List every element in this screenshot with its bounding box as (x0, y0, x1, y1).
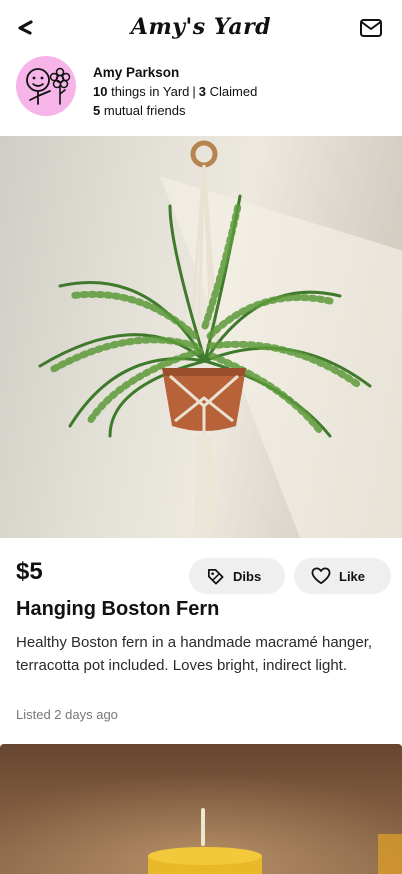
back-button[interactable] (14, 16, 38, 40)
profile-info: Amy Parkson 10 things in Yard | 3 Claimed … (93, 63, 257, 120)
dibs-button[interactable]: Dibs (189, 558, 285, 594)
mail-icon (360, 19, 382, 37)
things-label: things in Yard (111, 84, 190, 99)
things-count: 10 (93, 84, 108, 99)
top-bar: Amy's Yard (0, 0, 402, 56)
profile-stats: 10 things in Yard | 3 Claimed (93, 82, 257, 101)
listing-title: Hanging Boston Fern (16, 598, 220, 620)
dibs-label: Dibs (233, 568, 262, 584)
listing-timestamp: Listed 2 days ago (16, 707, 118, 722)
fern-illustration (38, 140, 402, 538)
next-listing-photo[interactable] (0, 744, 402, 874)
candle-illustration (0, 744, 402, 874)
mutual-friends[interactable]: 5 mutual friends (93, 101, 257, 120)
profile-header: Amy Parkson 10 things in Yard | 3 Claimed … (0, 56, 402, 128)
claimed-count: 3 (198, 84, 207, 99)
mutual-count: 5 (93, 103, 101, 118)
mutual-label: mutual friends (103, 103, 186, 118)
claimed-label: Claimed (209, 84, 258, 99)
listing-photo[interactable] (0, 136, 402, 538)
profile-name: Amy Parkson (93, 65, 180, 80)
avatar-doodle-icon (26, 67, 71, 105)
page-title: Amy's Yard (130, 14, 272, 40)
listing-description: Healthy Boston fern in a handmade macram… (16, 634, 373, 674)
tag-icon (207, 568, 224, 584)
listing-price: $5 (16, 558, 43, 585)
heart-icon (311, 567, 331, 585)
back-chevron-icon (18, 20, 33, 35)
stats-separator: | (192, 84, 196, 99)
like-button[interactable]: Like (294, 558, 391, 594)
like-label: Like (339, 568, 366, 584)
mail-button[interactable] (359, 17, 385, 41)
avatar[interactable] (16, 56, 76, 116)
